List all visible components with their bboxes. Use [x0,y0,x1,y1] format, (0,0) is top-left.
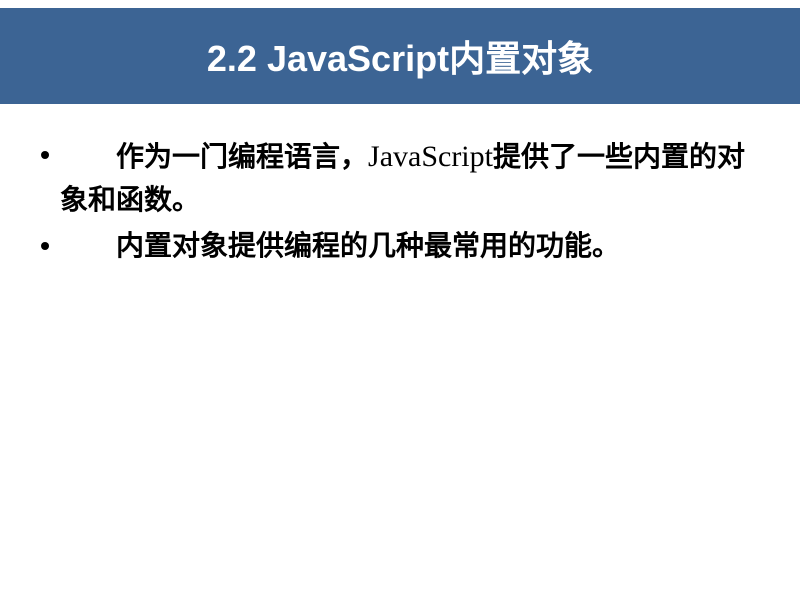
slide-content: • 作为一门编程语言，JavaScript提供了一些内置的对象和函数。 • 内置… [0,104,800,267]
bullet-item: • 内置对象提供编程的几种最常用的功能。 [30,225,770,267]
bullet-text: 内置对象提供编程的几种最常用的功能。 [60,225,770,267]
bullet-text: 作为一门编程语言，JavaScript提供了一些内置的对象和函数。 [60,134,770,221]
slide-title: 2.2 JavaScript内置对象 [0,8,800,104]
bullet-marker: • [30,225,60,267]
bullet-marker: • [30,134,60,176]
bullet-item: • 作为一门编程语言，JavaScript提供了一些内置的对象和函数。 [30,134,770,221]
